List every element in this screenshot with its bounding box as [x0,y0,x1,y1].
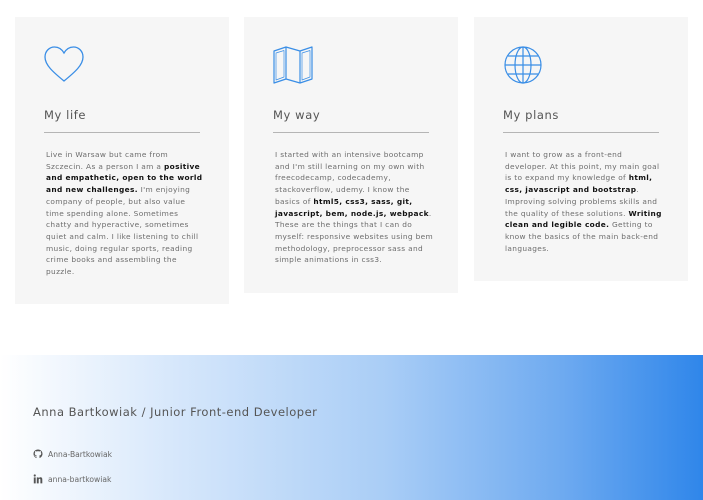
footer: Anna Bartkowiak / Junior Front-end Devel… [0,355,703,500]
card-description: I started with an intensive bootcamp and… [275,149,435,266]
card-my-life: My life Live in Warsaw but came from Szc… [15,17,229,304]
footer-author-title: Anna Bartkowiak / Junior Front-end Devel… [33,405,318,419]
linkedin-link[interactable]: anna-bartkowiak [33,474,111,484]
card-description: Live in Warsaw but came from Szczecin. A… [46,149,206,278]
card-title: My plans [503,108,560,122]
card-divider [44,132,200,133]
card-description: I want to grow as a front-end developer.… [505,149,665,254]
card-title: My life [44,108,87,122]
linkedin-icon [33,474,43,484]
linkedin-link-label: anna-bartkowiak [48,474,112,484]
card-divider [503,132,659,133]
github-link-label: Anna-Bartkowiak [48,449,113,459]
card-title: My way [273,108,321,122]
description-text: Live in Warsaw but came from Szczecin. A… [46,150,169,171]
card-my-way: My way I started with an intensive bootc… [244,17,458,293]
card-divider [273,132,429,133]
heart-icon [43,45,85,85]
about-section: My life Live in Warsaw but came from Szc… [0,0,703,355]
map-icon [272,45,314,85]
github-link[interactable]: Anna-Bartkowiak [33,449,112,459]
globe-icon [502,45,544,85]
description-text: I'm enjoying company of people, but also… [46,185,199,277]
card-my-plans: My plans I want to grow as a front-end d… [474,17,688,281]
github-icon [33,449,43,459]
